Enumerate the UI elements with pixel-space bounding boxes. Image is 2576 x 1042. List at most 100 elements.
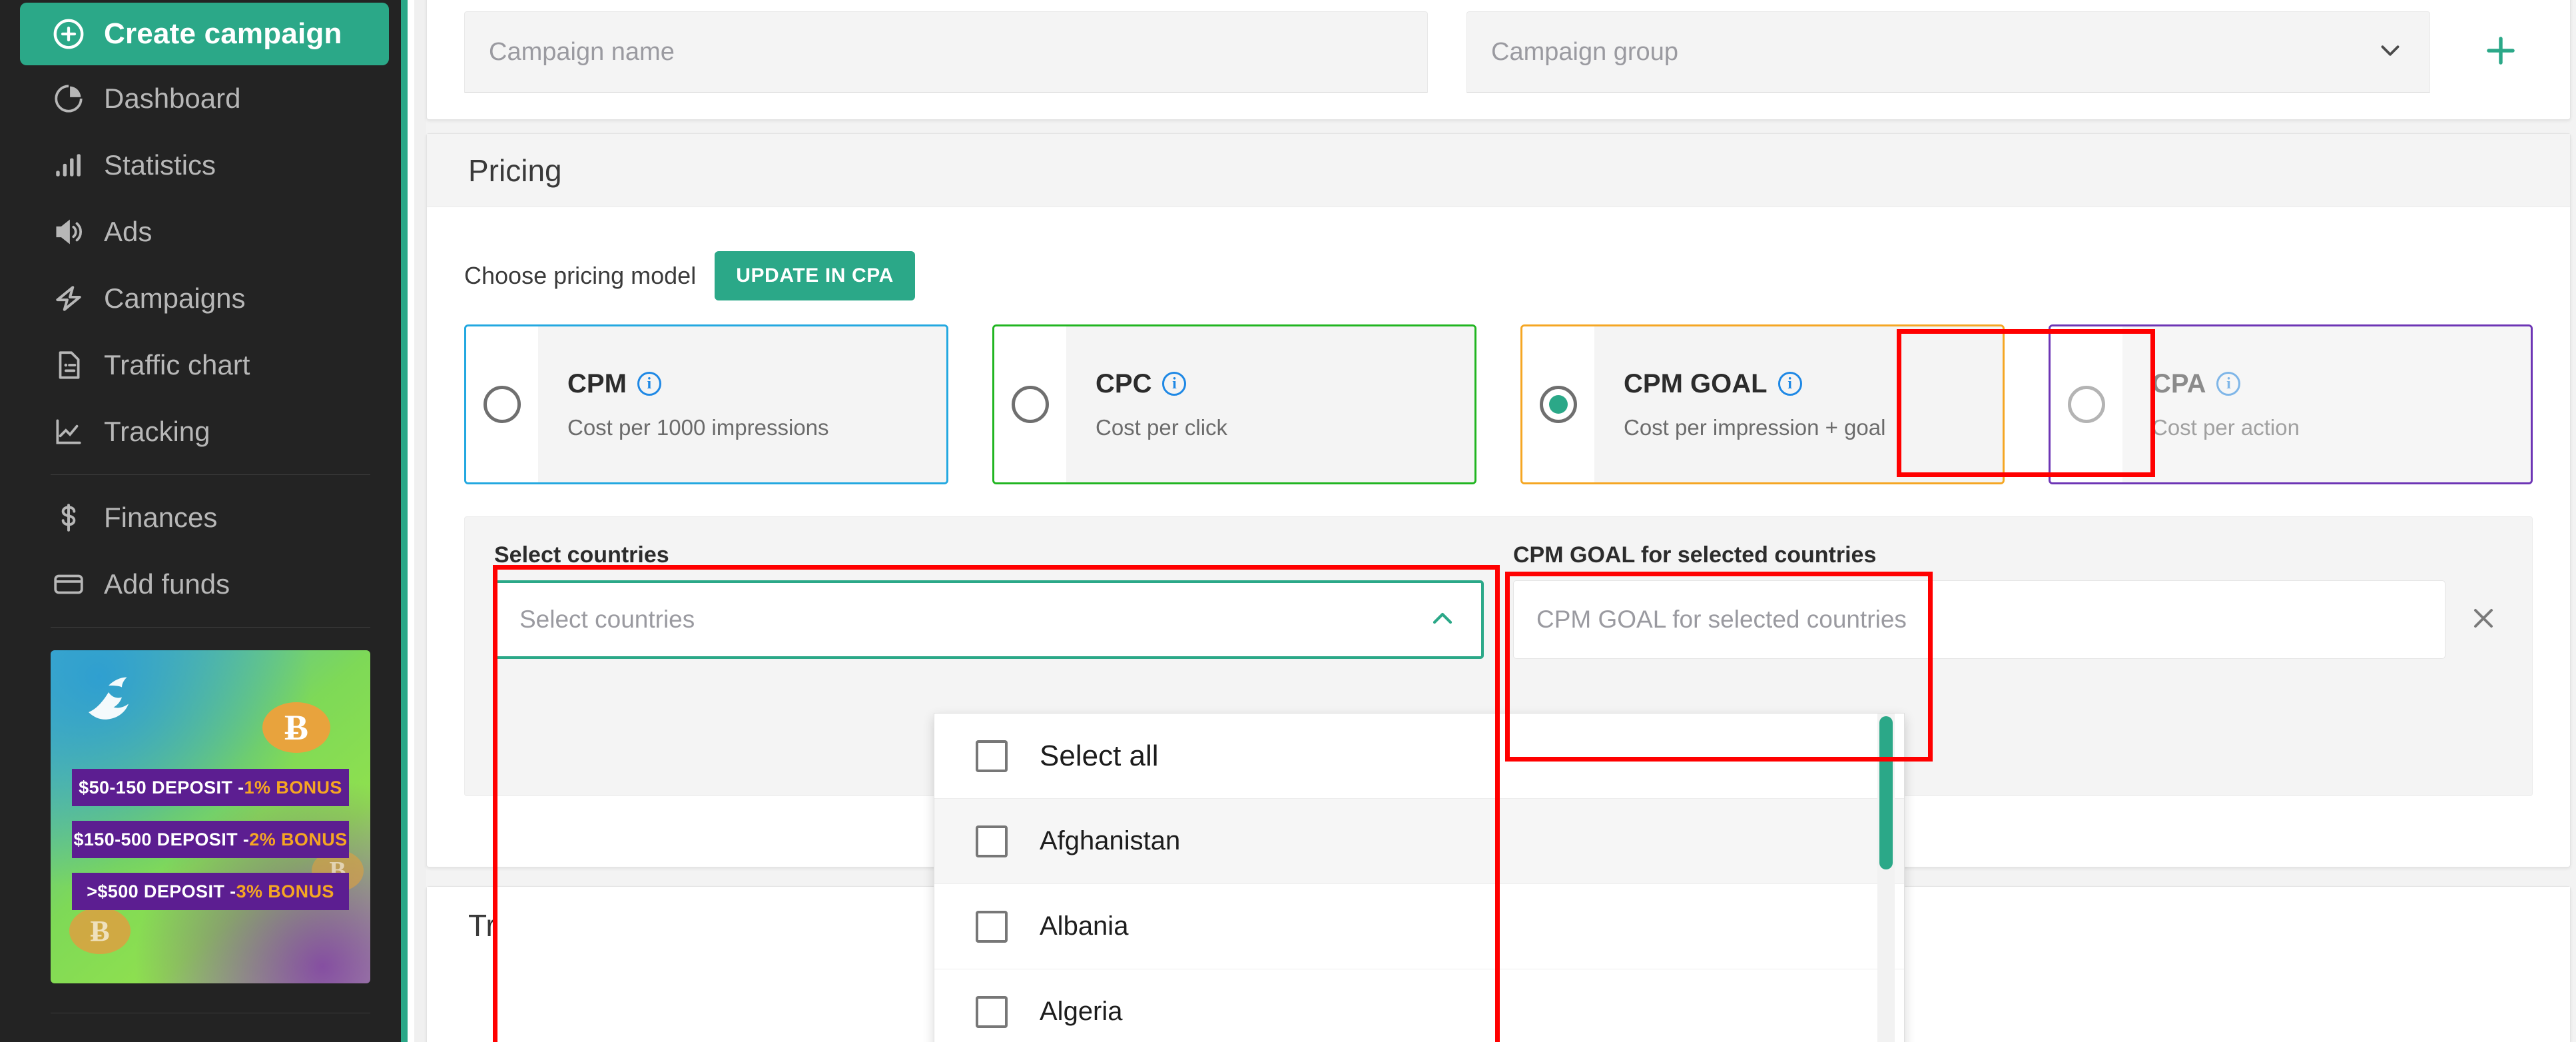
campaign-name-input[interactable]: Campaign name (464, 11, 1428, 93)
cpm-goal-label: CPM GOAL for selected countries (1513, 542, 2503, 568)
pricing-card-cpc-body: CPC i Cost per click (1066, 326, 1474, 482)
pricing-card-cpm-body: CPM i Cost per 1000 impressions (538, 326, 946, 482)
sidebar-item-label: Campaigns (104, 282, 245, 314)
document-icon (51, 347, 87, 383)
promo-bonus-amount: 1% BONUS (244, 778, 342, 798)
sidebar: Create campaign Dashboard Statistics Ads (0, 0, 408, 1042)
bird-logo-icon (79, 669, 159, 742)
pricing-panel-header: Pricing (427, 134, 2570, 207)
radio-cpm-goal[interactable] (1540, 386, 1577, 423)
plus-circle-icon (51, 16, 87, 52)
select-countries-dropdown[interactable]: Select all Afghanistan Albania Algeria (934, 713, 1905, 1042)
sidebar-item-api[interactable]: API (20, 1023, 389, 1042)
dropdown-option-albania[interactable]: Albania (934, 884, 1904, 969)
promo-bonus-list: $50-150 DEPOSIT - 1% BONUS $150-500 DEPO… (51, 769, 370, 925)
promo-bonus-row: $150-500 DEPOSIT - 2% BONUS (72, 821, 349, 858)
sidebar-create-campaign-label: Create campaign (104, 17, 342, 51)
dropdown-option-select-all[interactable]: Select all (934, 714, 1904, 799)
pricing-card-cpm-goal[interactable]: CPM GOAL i Cost per impression + goal (1520, 324, 2005, 484)
campaign-group-select[interactable]: Campaign group (1466, 11, 2430, 93)
info-icon[interactable]: i (1778, 372, 1802, 396)
sidebar-create-campaign-button[interactable]: Create campaign (20, 3, 389, 65)
sidebar-item-campaigns[interactable]: Campaigns (20, 265, 389, 332)
pricing-card-cpa[interactable]: CPA i Cost per action (2049, 324, 2533, 484)
pricing-card-cpc[interactable]: CPC i Cost per click (992, 324, 1476, 484)
sidebar-item-label: Dashboard (104, 83, 240, 115)
sidebar-item-dashboard[interactable]: Dashboard (20, 65, 389, 132)
radio-cpa[interactable] (2068, 386, 2105, 423)
dropdown-option-label: Albania (1040, 911, 1128, 941)
pricing-card-cpm-goal-name: CPM GOAL (1624, 369, 1768, 399)
close-icon (2467, 602, 2499, 638)
gear-icon (51, 1038, 87, 1042)
choose-pricing-model-label: Choose pricing model (464, 262, 696, 290)
clear-row-button[interactable] (2464, 600, 2503, 639)
sidebar-item-tracking[interactable]: Tracking (20, 398, 389, 465)
info-icon[interactable]: i (637, 372, 661, 396)
checkbox-select-all[interactable] (976, 740, 1008, 772)
pricing-model-cards: CPM i Cost per 1000 impressions CPC i Co… (427, 300, 2570, 484)
select-countries-input[interactable]: Select countries (494, 580, 1484, 659)
sidebar-item-traffic-chart[interactable]: Traffic chart (20, 332, 389, 398)
dropdown-option-algeria[interactable]: Algeria (934, 969, 1904, 1042)
checkbox-afghanistan[interactable] (976, 825, 1008, 857)
promo-banner[interactable]: Ƀ Ƀ Ƀ $50-150 DEPOSIT - 1% BONUS $150-50… (51, 650, 370, 983)
sidebar-item-label: Ads (104, 216, 152, 248)
traffic-title: Tr (468, 907, 496, 943)
pricing-card-cpa-desc: Cost per action (2152, 415, 2531, 440)
radio-cpm[interactable] (483, 386, 521, 423)
promo-deposit-range: $150-500 DEPOSIT - (73, 829, 249, 850)
radio-dot (1549, 395, 1568, 414)
campaign-name-wrap: Campaign name (464, 11, 1428, 93)
sidebar-item-finances[interactable]: Finances (20, 484, 389, 551)
pricing-card-cpm-title-row: CPM i (567, 369, 946, 399)
cpm-goal-placeholder: CPM GOAL for selected countries (1536, 606, 1907, 634)
dropdown-scrollbar-thumb[interactable] (1879, 716, 1893, 869)
sidebar-item-ads[interactable]: Ads (20, 199, 389, 265)
pricing-card-cpc-desc: Cost per click (1096, 415, 1474, 440)
credit-card-icon (51, 566, 87, 602)
plus-icon (2480, 30, 2521, 75)
pricing-card-cpm-goal-radio-col (1522, 326, 1594, 482)
promo-bonus-amount: 3% BONUS (236, 881, 334, 902)
promo-bonus-row: $50-150 DEPOSIT - 1% BONUS (72, 769, 349, 806)
speaker-icon (51, 214, 87, 250)
campaign-name-placeholder: Campaign name (489, 38, 675, 67)
content-left-gutter (414, 0, 426, 1042)
pricing-card-cpc-name: CPC (1096, 369, 1151, 399)
pricing-card-cpa-radio-col (2051, 326, 2122, 482)
sidebar-divider-2 (51, 627, 370, 628)
dropdown-option-label: Select all (1040, 740, 1159, 773)
checkbox-albania[interactable] (976, 911, 1008, 943)
promo-deposit-range: $50-150 DEPOSIT - (79, 778, 244, 798)
pricing-card-cpm[interactable]: CPM i Cost per 1000 impressions (464, 324, 948, 484)
dropdown-option-label: Algeria (1040, 997, 1123, 1027)
bar-chart-icon (51, 147, 87, 183)
promo-deposit-range: >$500 DEPOSIT - (87, 881, 236, 902)
sidebar-item-label: Add funds (104, 568, 230, 600)
pricing-title: Pricing (468, 153, 562, 189)
sidebar-item-label: Statistics (104, 149, 216, 181)
dollar-icon (51, 500, 87, 536)
pricing-card-cpc-title-row: CPC i (1096, 369, 1474, 399)
sidebar-item-statistics[interactable]: Statistics (20, 132, 389, 199)
dropdown-option-label: Afghanistan (1040, 826, 1180, 856)
chevron-up-icon[interactable] (1427, 602, 1458, 638)
add-campaign-group-button[interactable] (2469, 11, 2533, 93)
info-icon[interactable]: i (2216, 372, 2240, 396)
radio-cpc[interactable] (1012, 386, 1049, 423)
sidebar-item-label: Finances (104, 502, 217, 534)
dropdown-option-afghanistan[interactable]: Afghanistan (934, 799, 1904, 884)
main-content: Campaign name Campaign group Pricing (414, 0, 2576, 1042)
lightning-icon (51, 280, 87, 316)
sidebar-item-label: Tracking (104, 416, 210, 448)
campaign-basic-row: Campaign name Campaign group (427, 0, 2570, 93)
checkbox-algeria[interactable] (976, 996, 1008, 1028)
promo-bonus-row: >$500 DEPOSIT - 3% BONUS (72, 873, 349, 910)
campaign-basic-panel: Campaign name Campaign group (426, 0, 2571, 120)
cpm-goal-input[interactable]: CPM GOAL for selected countries (1513, 580, 2445, 659)
update-in-cpa-button[interactable]: UPDATE IN CPA (715, 251, 915, 300)
sidebar-item-label: Traffic chart (104, 349, 250, 381)
sidebar-item-add-funds[interactable]: Add funds (20, 551, 389, 618)
info-icon[interactable]: i (1162, 372, 1186, 396)
